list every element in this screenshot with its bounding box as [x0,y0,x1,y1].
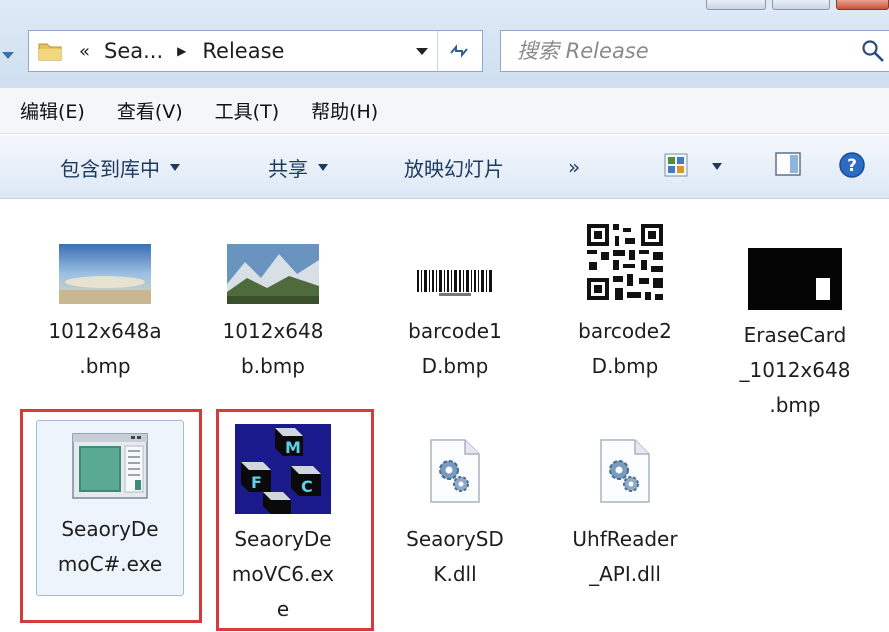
file-item[interactable]: barcode1 D.bmp [380,244,530,384]
preview-pane-icon[interactable] [774,151,802,177]
more-commands-button[interactable]: » [568,155,580,179]
dll-gear-icon [430,439,480,503]
search-box [500,30,889,72]
file-item[interactable]: barcode2 D.bmp [550,220,700,384]
menu-edit[interactable]: 编辑(E) [20,97,85,124]
chevron-down-icon [170,164,180,171]
breadcrumb-separator-icon[interactable]: ▶ [177,44,186,58]
file-item[interactable]: EraseCard _1012x648 .bmp [720,248,870,423]
menu-bar: 编辑(E) 查看(V) 工具(T) 帮助(H) [0,88,889,134]
share-label: 共享 [268,157,308,181]
search-input[interactable] [517,37,837,65]
share-button[interactable]: 共享 [268,153,328,182]
view-options-dropdown-icon[interactable] [712,163,722,170]
address-row: « Sea... ▶ Release [0,12,889,88]
highlight-box-csharp-exe [20,409,202,623]
image-sky-icon [59,244,151,304]
svg-text:?: ? [847,156,857,176]
command-bar: 包含到库中 共享 放映幻灯片 » ? [0,135,889,199]
breadcrumb: « Sea... ▶ Release [79,31,284,71]
file-item[interactable]: 1012x648 b.bmp [198,244,348,384]
file-item[interactable]: 1012x648a .bmp [30,244,180,384]
slideshow-label: 放映幻灯片 [404,157,504,181]
file-name: UhfReader _API.dll [572,527,678,586]
dll-gear-icon [600,439,650,503]
more-commands-label: » [568,155,581,179]
breadcrumb-overflow[interactable]: « [79,41,90,62]
file-item[interactable]: UhfReader _API.dll [550,436,700,592]
slideshow-button[interactable]: 放映幻灯片 [404,153,504,182]
menu-help[interactable]: 帮助(H) [311,97,378,124]
file-item[interactable]: SeaorySD K.dll [380,436,530,592]
file-name: barcode1 D.bmp [408,319,502,378]
image-mountain-icon [227,244,319,304]
change-view-icon[interactable] [664,153,688,177]
file-name: SeaorySD K.dll [406,527,504,586]
address-divider [437,31,438,71]
barcode-icon [413,266,497,298]
minimize-button[interactable] [706,0,766,10]
file-name: 1012x648a .bmp [48,319,162,378]
close-button[interactable] [836,0,889,10]
file-name: EraseCard _1012x648 .bmp [739,323,851,417]
menu-tools[interactable]: 工具(T) [215,97,279,124]
address-dropdown-icon[interactable] [416,48,428,55]
recent-pages-dropdown[interactable] [2,52,14,59]
file-list: 1012x648a .bmp 1012x648 b.bmp barcode1 D… [0,200,889,632]
file-name: 1012x648 b.bmp [222,319,324,378]
include-in-library-button[interactable]: 包含到库中 [60,153,180,182]
qrcode-icon [583,220,667,304]
menu-view[interactable]: 查看(V) [117,97,183,124]
address-bar[interactable]: « Sea... ▶ Release [28,30,483,72]
breadcrumb-item-parent[interactable]: Sea... [104,39,163,63]
window-frame-top [0,0,889,12]
maximize-button[interactable] [772,0,830,10]
folder-icon [38,43,62,61]
highlight-box-vc6-exe [216,409,374,631]
breadcrumb-item-current[interactable]: Release [202,39,284,63]
refresh-icon[interactable] [444,37,474,65]
file-name: barcode2 D.bmp [578,319,672,378]
help-icon[interactable]: ? [838,151,866,179]
black-card-icon [748,248,842,310]
chevron-down-icon [318,164,328,171]
search-icon[interactable] [861,39,885,63]
include-in-library-label: 包含到库中 [60,157,160,181]
